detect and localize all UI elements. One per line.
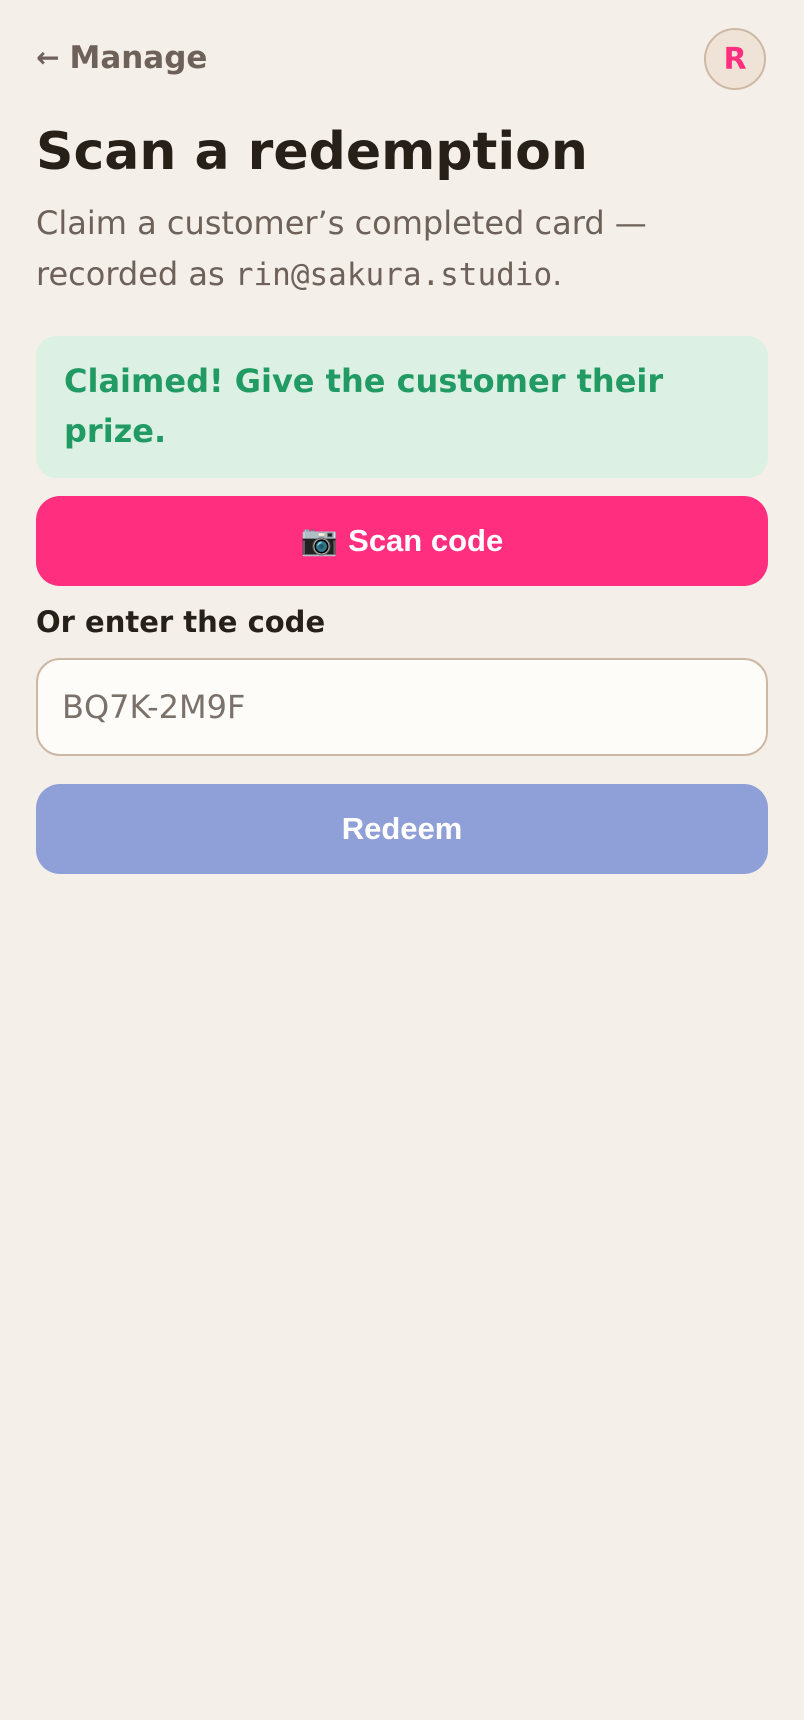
recorder-email: rin@sakura.studio <box>234 257 553 293</box>
avatar-initial: R <box>723 41 747 77</box>
redeem-button[interactable]: Redeem <box>36 784 768 874</box>
back-link-label: Manage <box>69 40 208 76</box>
success-message: Claimed! Give the customer their prize. <box>64 362 664 450</box>
code-input-label: Or enter the code <box>36 605 326 639</box>
redeem-label: Redeem <box>341 811 463 846</box>
back-link-manage[interactable]: ← Manage <box>36 38 207 78</box>
scan-code-label: Scan code <box>348 523 504 558</box>
success-banner: Claimed! Give the customer their prize. <box>36 336 768 478</box>
page-subtitle: Claim a customer’s completed card — reco… <box>36 198 756 301</box>
avatar[interactable]: R <box>704 28 766 90</box>
subtitle-period: . <box>552 255 563 293</box>
code-input[interactable] <box>36 658 768 756</box>
page-title: Scan a redemption <box>36 122 588 182</box>
camera-icon: 📷 <box>300 524 339 557</box>
arrow-left-icon: ← <box>36 41 60 74</box>
scan-code-button[interactable]: 📷 Scan code <box>36 496 768 586</box>
